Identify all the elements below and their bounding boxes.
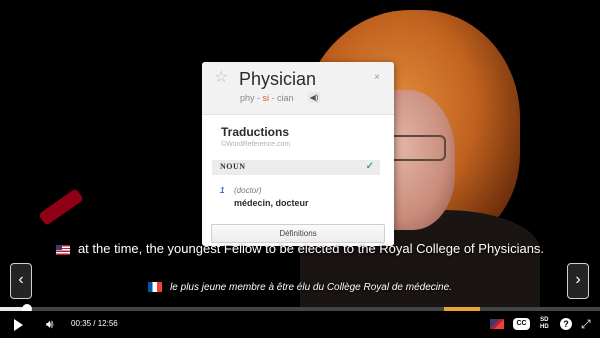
subtitle-english-text[interactable]: at the time, the youngest Fellow to be e… <box>78 241 544 256</box>
cc-button[interactable]: CC <box>513 318 530 330</box>
translations-heading: Traductions <box>221 125 290 139</box>
subtitle-french[interactable]: le plus jeune membre à être élu du Collè… <box>30 282 570 293</box>
subtitle-english[interactable]: at the time, the youngest Fellow to be e… <box>30 240 570 258</box>
quality-sd: SD <box>540 317 549 323</box>
headword: Physician <box>239 69 317 89</box>
time-separator: / <box>91 319 98 328</box>
close-icon[interactable]: × <box>374 72 380 83</box>
sense-translation: médecin, docteur <box>234 198 309 208</box>
part-of-speech-bar[interactable]: NOUN ✓ <box>212 160 380 175</box>
language-flags-icon[interactable] <box>490 319 504 329</box>
previous-subtitle-button[interactable]: ‹ <box>10 263 32 299</box>
pron-part: phy - <box>240 93 263 103</box>
time-display: 00:35 / 12:56 <box>71 319 118 328</box>
star-icon[interactable]: ☆ <box>214 70 230 86</box>
check-icon: ✓ <box>365 161 374 172</box>
sense-number: 1 <box>220 186 225 195</box>
sense-context: (doctor) <box>234 186 262 195</box>
next-subtitle-button[interactable]: › <box>567 263 589 299</box>
pron-part: - cian <box>269 93 294 103</box>
subtitle-french-text[interactable]: le plus jeune membre à être élu du Collè… <box>170 282 452 293</box>
fr-flag-icon <box>148 282 163 293</box>
source-credit[interactable]: ©WordReference.com <box>221 141 290 148</box>
speaker-icon[interactable]: ◀) <box>308 92 320 103</box>
current-time: 00:35 <box>71 319 92 328</box>
quality-hd: HD <box>540 324 549 330</box>
fullscreen-icon[interactable]: ⤢ <box>581 317 591 331</box>
dictionary-popup: ☆ Physician phy - si - cian ◀) × Traduct… <box>202 62 394 246</box>
pronunciation: phy - si - cian <box>240 93 294 103</box>
quality-toggle[interactable]: SD HD <box>540 317 549 331</box>
volume-icon[interactable]: 🔊︎ <box>46 318 62 331</box>
duration: 12:56 <box>97 319 118 328</box>
help-button[interactable]: ? <box>560 318 572 330</box>
part-of-speech-label: NOUN <box>220 162 246 171</box>
us-flag-icon <box>55 244 70 255</box>
background-red-light <box>38 188 84 226</box>
control-bar: 🔊︎ 00:35 / 12:56 CC SD HD ? ⤢ <box>0 311 600 338</box>
popup-header: ☆ Physician phy - si - cian ◀) × <box>202 62 394 115</box>
play-icon[interactable] <box>14 319 23 331</box>
